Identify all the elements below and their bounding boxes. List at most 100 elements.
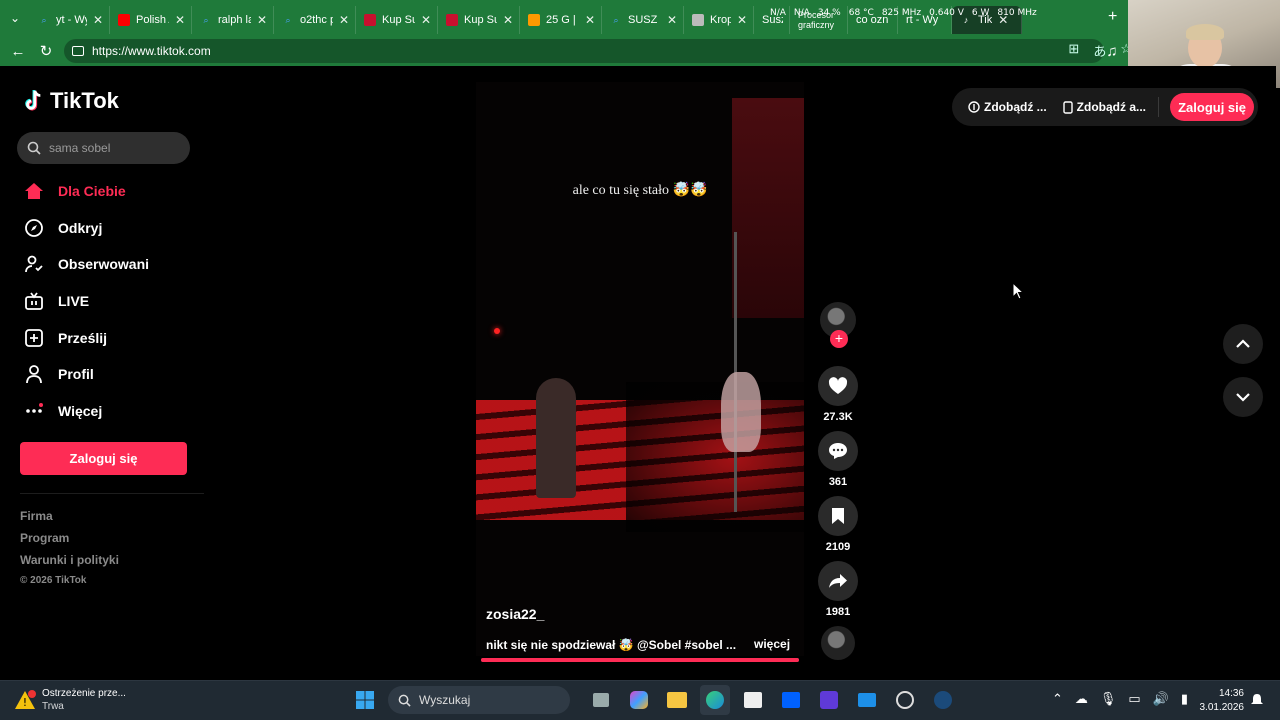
- back-arrow-icon[interactable]: ←: [4, 37, 32, 65]
- close-tab-icon[interactable]: ✕: [339, 13, 349, 27]
- tab-label: yt - Wys: [56, 14, 87, 26]
- notification-bell-icon[interactable]: [1250, 693, 1264, 707]
- dropbox-icon[interactable]: [776, 685, 806, 715]
- copyright: © 2026 TikTok: [20, 575, 87, 586]
- sidebar-item-wiecej[interactable]: Więcej: [20, 393, 210, 430]
- windows-taskbar: ! Ostrzeżenie prze... Trwa Wyszukaj ⌃ ☁ …: [0, 680, 1280, 720]
- shop-icon: [446, 14, 458, 26]
- close-tab-icon[interactable]: ✕: [421, 13, 431, 27]
- browser-tab[interactable]: ⌕ yt - Wys ✕: [30, 6, 110, 34]
- new-tab-icon[interactable]: +: [1108, 8, 1117, 26]
- comment-icon: [829, 443, 847, 459]
- copilot-icon[interactable]: [624, 685, 654, 715]
- steam-icon[interactable]: [928, 685, 958, 715]
- browser-tab[interactable]: Kup Su ✕: [356, 6, 438, 34]
- url-field[interactable]: https://www.tiktok.com: [64, 39, 1104, 63]
- browser-tab[interactable]: Kup Su ✕: [438, 6, 520, 34]
- follow-plus-icon[interactable]: +: [830, 330, 848, 348]
- video-username[interactable]: zosia22_: [486, 606, 544, 622]
- teams-icon[interactable]: [814, 685, 844, 715]
- file-explorer-icon[interactable]: [662, 685, 692, 715]
- tray-overflow-chevron-icon[interactable]: ⌃: [1052, 691, 1063, 707]
- taskbar-search-icon: [398, 694, 411, 707]
- media-control-icon[interactable]: ♫: [1098, 37, 1126, 65]
- header-separator: [1158, 97, 1160, 117]
- search-box[interactable]: [17, 132, 190, 164]
- close-tab-icon[interactable]: ✕: [667, 13, 677, 27]
- store-icon[interactable]: [738, 685, 768, 715]
- address-bar-row: ← ↻ https://www.tiktok.com ⊞ あ ☆ ♫: [0, 36, 1280, 66]
- footer-link-program[interactable]: Program: [20, 531, 119, 553]
- browser-tab[interactable]: 25 G | S ✕: [520, 6, 602, 34]
- footer-link-warunki[interactable]: Warunki i polityki: [20, 553, 119, 575]
- battery-icon[interactable]: ▮: [1181, 691, 1188, 707]
- video-description: nikt się nie spodziewał 🤯 @Sobel #sobel …: [486, 638, 736, 652]
- close-tab-icon[interactable]: ✕: [93, 13, 103, 27]
- like-button[interactable]: [818, 366, 858, 406]
- video-player[interactable]: ale co tu się stało 🤯🤯 zosia22_ nikt się…: [476, 82, 804, 656]
- search-icon: ⌕: [285, 14, 291, 25]
- comment-button[interactable]: [818, 431, 858, 471]
- footer-link-firma[interactable]: Firma: [20, 509, 119, 531]
- sidebar-nav: Dla Ciebie Odkryj Obserwowani LIVE Prześ…: [20, 173, 210, 429]
- close-tab-icon[interactable]: ✕: [503, 13, 513, 27]
- get-coins-button[interactable]: Zdobądź ...: [964, 92, 1051, 122]
- close-tab-icon[interactable]: ✕: [257, 13, 267, 27]
- search-input[interactable]: [49, 141, 179, 155]
- header-login-button[interactable]: Zaloguj się: [1170, 93, 1254, 121]
- chatgpt-icon[interactable]: [890, 685, 920, 715]
- svg-text:!: !: [23, 696, 27, 709]
- volume-icon[interactable]: 🔊: [1153, 691, 1169, 707]
- sidebar-item-dla-ciebie[interactable]: Dla Ciebie: [20, 173, 210, 210]
- heart-icon: [828, 377, 848, 394]
- close-tab-icon[interactable]: ✕: [175, 13, 185, 27]
- browser-tab[interactable]: Krople ✕: [684, 6, 754, 34]
- sidebar-item-profil[interactable]: Profil: [20, 356, 210, 393]
- video-scene-light: [494, 328, 500, 334]
- chevron-down-icon: [1236, 393, 1250, 402]
- video-more-link[interactable]: więcej: [754, 637, 790, 651]
- tab-label: Polish A: [136, 14, 169, 26]
- mail-icon[interactable]: [852, 685, 882, 715]
- video-caption: ale co tu się stało 🤯🤯: [572, 183, 708, 198]
- close-tab-icon[interactable]: ✕: [585, 13, 595, 27]
- share-button[interactable]: [818, 561, 858, 601]
- edge-icon[interactable]: [700, 685, 730, 715]
- tiktok-logo[interactable]: TikTok: [22, 88, 119, 114]
- share-icon: [829, 574, 847, 588]
- taskbar-warning[interactable]: ! Ostrzeżenie prze... Trwa: [14, 687, 126, 713]
- browser-tab[interactable]: ⌕ o2thc p ✕: [274, 6, 356, 34]
- lock-icon: [72, 46, 84, 56]
- taskbar-search[interactable]: Wyszukaj: [388, 686, 570, 714]
- video-scene-dancer: [721, 372, 761, 452]
- start-windows-icon[interactable]: [350, 685, 380, 715]
- next-video-button[interactable]: [1223, 377, 1263, 417]
- sound-disc-icon[interactable]: [821, 626, 855, 660]
- save-button[interactable]: [818, 496, 858, 536]
- close-tab-icon[interactable]: ✕: [737, 13, 747, 27]
- sidebar-item-live[interactable]: LIVE: [20, 283, 210, 320]
- creator-avatar[interactable]: +: [820, 302, 856, 348]
- microphone-icon[interactable]: 🎙: [1100, 691, 1117, 707]
- previous-video-button[interactable]: [1223, 324, 1263, 364]
- apps-icon[interactable]: ⊞: [1068, 41, 1079, 60]
- browser-tab[interactable]: Polish A ✕: [110, 6, 192, 34]
- tab-list-chevron-icon[interactable]: ⌄: [0, 0, 30, 36]
- browser-tab[interactable]: ⌕ SUSZ K ✕: [602, 6, 684, 34]
- youtube-icon: [118, 14, 130, 26]
- video-progress-bar[interactable]: [481, 658, 799, 662]
- sidebar-login-button[interactable]: Zaloguj się: [20, 442, 187, 475]
- get-app-button[interactable]: Zdobądź a...: [1059, 92, 1150, 122]
- onedrive-icon[interactable]: ☁: [1075, 691, 1088, 707]
- sidebar-item-odkryj[interactable]: Odkryj: [20, 210, 210, 247]
- task-view-icon[interactable]: [586, 685, 616, 715]
- sidebar-item-obserwowani[interactable]: Obserwowani: [20, 246, 210, 283]
- display-icon[interactable]: ▭: [1128, 691, 1140, 707]
- more-icon: [24, 401, 44, 421]
- browser-tab[interactable]: ⌕ ralph la ✕: [192, 6, 274, 34]
- taskbar-clock[interactable]: 14:36 3.01.2026: [1196, 687, 1245, 715]
- warning-icon: !: [15, 690, 36, 709]
- sidebar-item-przeslij[interactable]: Prześlij: [20, 319, 210, 356]
- profile-icon: [24, 364, 44, 384]
- refresh-icon[interactable]: ↻: [32, 37, 60, 65]
